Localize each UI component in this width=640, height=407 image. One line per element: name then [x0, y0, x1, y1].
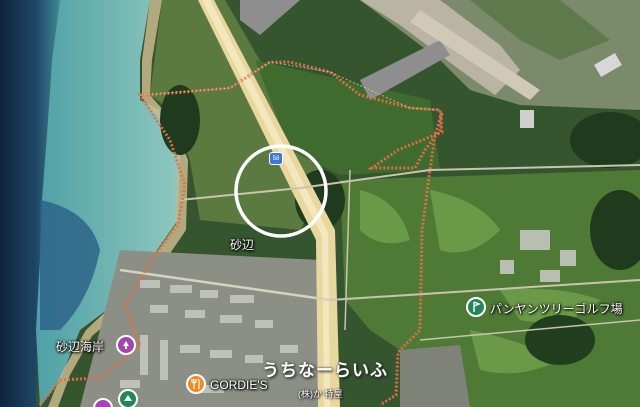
- tree-pin-icon[interactable]: [118, 389, 138, 407]
- watermark-title: うちなーらいふ: [262, 361, 388, 380]
- restaurant-label[interactable]: GORDIE'S: [210, 378, 268, 392]
- route-58-shield: 58: [269, 152, 283, 165]
- golf-pin-icon[interactable]: [466, 297, 486, 317]
- park-pin-icon[interactable]: [116, 335, 136, 355]
- beach-label[interactable]: 砂辺海岸: [56, 338, 104, 355]
- area-label-sunabe[interactable]: 砂辺: [230, 236, 254, 253]
- golf-course-label[interactable]: パンヤンツリーゴルフ場: [490, 300, 623, 317]
- watermark-subtitle: (株)か 特屋: [298, 389, 343, 399]
- satellite-map[interactable]: 58 砂辺 砂辺海岸 パンヤンツリーゴルフ場 GORDIE'S うちなーらいふ …: [0, 0, 640, 407]
- restaurant-pin-icon[interactable]: [186, 374, 206, 394]
- route-number: 58: [272, 155, 280, 162]
